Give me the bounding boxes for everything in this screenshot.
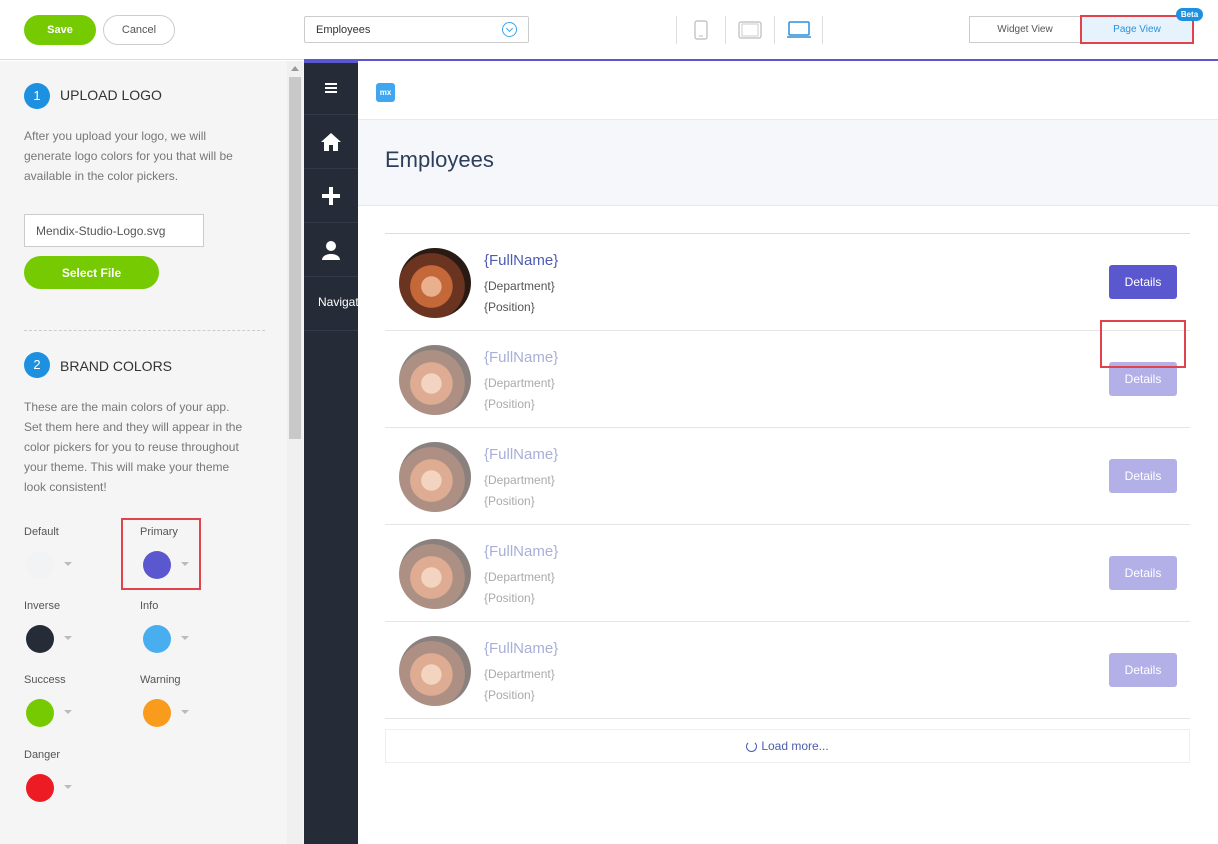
details-highlight [1100, 320, 1186, 368]
top-toolbar: Save Cancel Employees Widget View Page V… [0, 0, 1218, 60]
list-item: {FullName} {Department} {Position} Detai… [385, 428, 1190, 525]
page-view-button[interactable]: Page View [1080, 15, 1194, 44]
phone-icon [694, 20, 708, 40]
employee-department: {Department} [484, 473, 555, 487]
avatar [399, 539, 471, 609]
employee-department: {Department} [484, 667, 555, 681]
nav-add[interactable] [304, 169, 358, 223]
employee-fullname: {FullName} [484, 543, 559, 560]
page-title-band: Employees [358, 120, 1218, 206]
device-switcher [676, 16, 823, 44]
logo-file-field[interactable]: Mendix-Studio-Logo.svg [24, 214, 204, 247]
scroll-up-icon[interactable] [291, 66, 299, 71]
list-item: {FullName} {Department} {Position} Detai… [385, 525, 1190, 622]
page-preview: mx Employees {FullName} {Department} {Po… [358, 61, 1218, 844]
scrollbar-thumb[interactable] [289, 77, 301, 439]
app-header: mx [358, 64, 1218, 120]
avatar [399, 345, 471, 415]
theme-customizer-panel: 1 UPLOAD LOGO After you upload your logo… [0, 61, 304, 844]
mendix-logo: mx [376, 83, 395, 102]
tablet-icon [738, 21, 762, 39]
employee-position: {Position} [484, 688, 535, 702]
select-file-button[interactable]: Select File [24, 256, 159, 289]
employee-fullname: {FullName} [484, 446, 559, 463]
brand-colors-heading: BRAND COLORS [60, 358, 173, 374]
user-icon [322, 240, 340, 260]
nav-user[interactable] [304, 223, 358, 277]
color-label-danger: Danger [24, 749, 61, 761]
avatar [399, 442, 471, 512]
menu-icon [325, 82, 337, 93]
employee-fullname: {FullName} [484, 640, 559, 657]
menu-toggle[interactable] [304, 61, 358, 115]
cancel-button[interactable]: Cancel [103, 15, 175, 45]
inverse-color-swatch[interactable] [26, 625, 54, 653]
employee-position: {Position} [484, 591, 535, 605]
refresh-icon [746, 740, 758, 752]
employee-department: {Department} [484, 376, 555, 390]
employee-department: {Department} [484, 570, 555, 584]
upload-logo-heading: UPLOAD LOGO [60, 87, 162, 103]
nav-home[interactable] [304, 115, 358, 169]
default-color-swatch[interactable] [26, 551, 54, 579]
caret-down-icon[interactable] [64, 636, 72, 640]
view-toggle: Widget View Page View [969, 15, 1194, 44]
employee-position: {Position} [484, 494, 535, 508]
details-button[interactable]: Details [1109, 265, 1177, 299]
caret-down-icon[interactable] [64, 785, 72, 789]
color-label-default: Default [24, 526, 59, 538]
widget-view-button[interactable]: Widget View [970, 17, 1080, 42]
step-number-1: 1 [24, 83, 50, 109]
chevron-down-icon [502, 22, 517, 37]
load-more-button[interactable]: Load more... [385, 729, 1190, 763]
page-title: Employees [385, 147, 494, 172]
phone-device-button[interactable] [676, 16, 725, 44]
list-item: {FullName} {Department} {Position} Detai… [385, 331, 1190, 428]
beta-badge: Beta [1176, 8, 1203, 21]
details-button[interactable]: Details [1109, 556, 1177, 590]
home-icon [321, 132, 341, 151]
save-button[interactable]: Save [24, 15, 96, 45]
color-label-inverse: Inverse [24, 600, 61, 612]
section-divider [24, 330, 265, 331]
warning-color-swatch[interactable] [143, 699, 171, 727]
info-color-swatch[interactable] [143, 625, 171, 653]
plus-icon [322, 186, 340, 205]
success-color-swatch[interactable] [26, 699, 54, 727]
page-select-value: Employees [316, 23, 371, 36]
laptop-icon [786, 21, 811, 38]
caret-down-icon[interactable] [181, 710, 189, 714]
load-more-label: Load more... [761, 739, 829, 753]
primary-highlight [121, 518, 201, 590]
desktop-device-button[interactable] [774, 16, 823, 44]
details-button[interactable]: Details [1109, 653, 1177, 687]
list-item: {FullName} {Department} {Position} Detai… [385, 622, 1190, 719]
color-label-info: Info [140, 600, 159, 612]
color-label-warning: Warning [140, 674, 181, 686]
color-label-success: Success [24, 674, 66, 686]
step-number-2: 2 [24, 352, 50, 378]
list-item: {FullName} {Department} {Position} Detai… [385, 234, 1190, 331]
employee-department: {Department} [484, 279, 555, 293]
employee-fullname: {FullName} [484, 252, 559, 269]
navigation-label: Navigation [318, 295, 358, 309]
employee-fullname: {FullName} [484, 349, 559, 366]
tablet-device-button[interactable] [725, 16, 774, 44]
brand-colors-description: These are the main colors of your app. S… [24, 400, 243, 494]
caret-down-icon[interactable] [64, 562, 72, 566]
danger-color-swatch[interactable] [26, 774, 54, 802]
employee-position: {Position} [484, 397, 535, 411]
page-select[interactable]: Employees [304, 16, 529, 43]
avatar [399, 248, 471, 318]
app-nav-sidebar: Navigation [304, 61, 358, 844]
caret-down-icon[interactable] [181, 636, 189, 640]
avatar [399, 636, 471, 706]
details-button[interactable]: Details [1109, 459, 1177, 493]
employee-position: {Position} [484, 300, 535, 314]
upload-logo-description: After you upload your logo, we will gene… [24, 129, 233, 183]
employee-list: {FullName} {Department} {Position} Detai… [385, 233, 1190, 719]
caret-down-icon[interactable] [64, 710, 72, 714]
